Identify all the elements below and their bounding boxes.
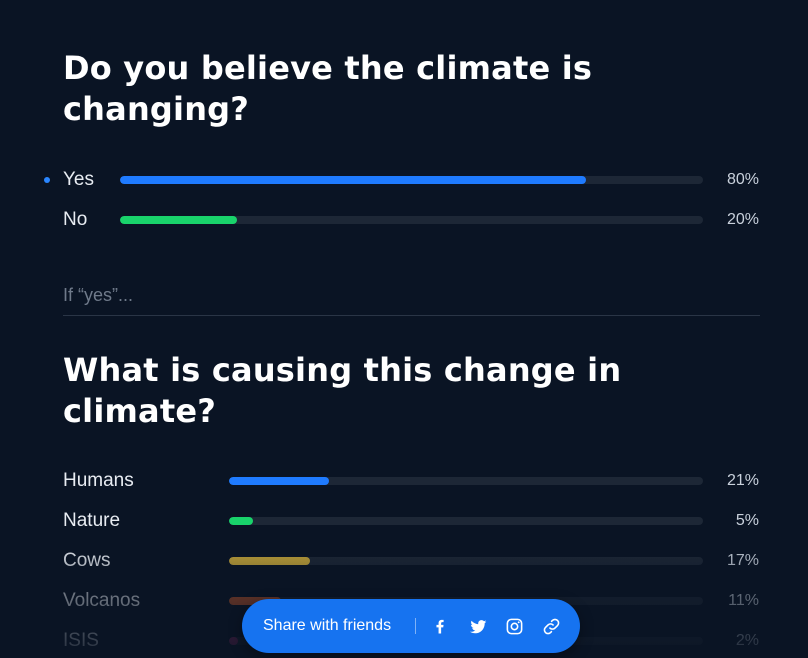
option-label: Yes [63, 169, 94, 190]
option-bar-fill [229, 517, 253, 525]
selected-indicator-dot [44, 177, 50, 183]
option-percent: 21% [726, 472, 759, 489]
facebook-icon[interactable] [428, 614, 452, 638]
share-label: Share with friends [263, 617, 392, 634]
section-divider [63, 315, 760, 316]
option-label: Nature [63, 510, 121, 531]
poll2-option-cows[interactable]: Cows 17% [0, 549, 808, 573]
poll1-question: Do you believe the climate is changing? [63, 49, 593, 128]
poll2-option-humans[interactable]: Humans 21% [0, 469, 808, 493]
option-percent: 2% [735, 632, 759, 649]
option-label: Cows [63, 550, 111, 571]
option-label: ISIS [63, 630, 99, 651]
option-percent: 5% [735, 512, 759, 529]
option-percent: 80% [726, 171, 759, 188]
poll2-question: What is causing this change in climate? [63, 351, 622, 430]
share-bar: Share with friends [242, 599, 580, 653]
link-icon[interactable] [539, 614, 563, 638]
poll2-option-nature[interactable]: Nature 5% [0, 509, 808, 533]
twitter-icon[interactable] [466, 614, 490, 638]
option-bar-track [120, 176, 703, 184]
option-percent: 17% [726, 552, 759, 569]
option-bar-fill [120, 216, 237, 224]
option-percent: 11% [728, 592, 759, 609]
poll1-option-no[interactable]: No 20% [0, 208, 808, 232]
option-label: Volcanos [63, 590, 141, 611]
option-label: Humans [63, 470, 134, 491]
share-separator [415, 618, 416, 634]
option-label: No [63, 209, 88, 230]
poll1-option-yes[interactable]: Yes 80% [0, 168, 808, 192]
instagram-icon[interactable] [502, 614, 526, 638]
option-percent: 20% [726, 211, 759, 228]
option-bar-fill [120, 176, 587, 184]
option-bar-fill [229, 557, 310, 565]
option-bar-track [229, 477, 703, 485]
option-bar-track [120, 216, 703, 224]
option-bar-fill [229, 637, 239, 645]
conditional-note: If “yes”... [63, 285, 134, 305]
option-bar-track [229, 517, 703, 525]
option-bar-track [229, 557, 703, 565]
option-bar-fill [229, 477, 329, 485]
